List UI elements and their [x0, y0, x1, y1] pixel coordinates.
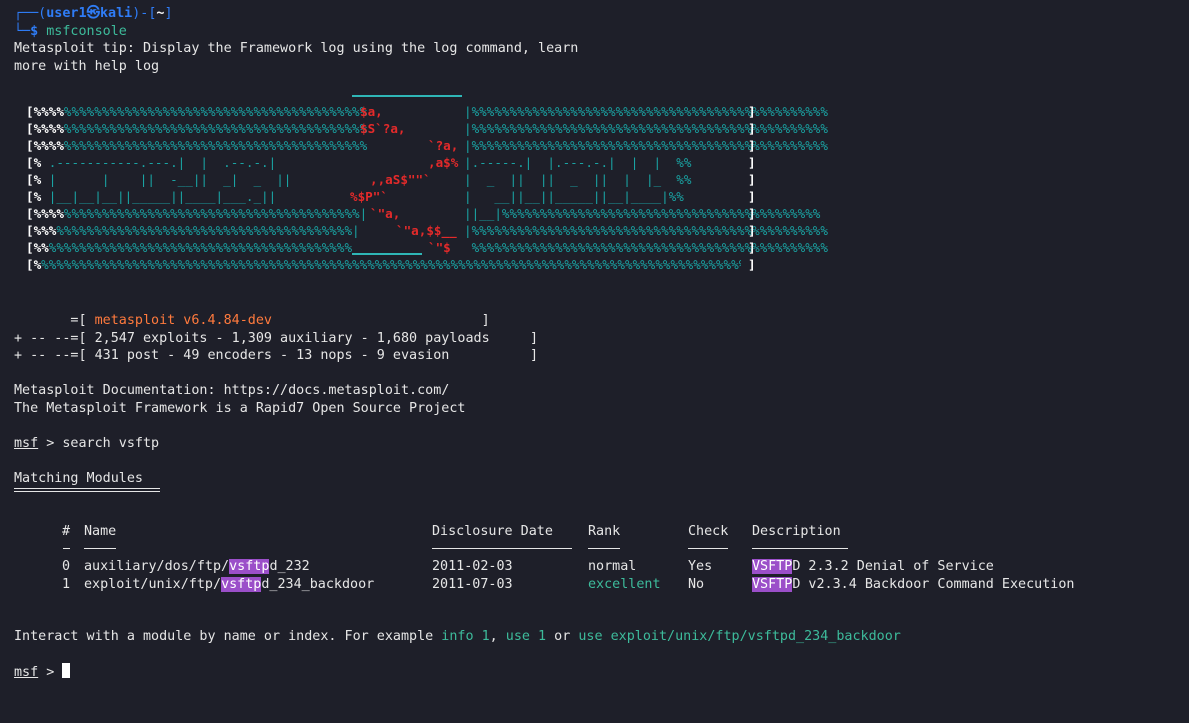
banner-top-rule	[352, 94, 462, 97]
prompt-at-symbol: ㉿	[86, 6, 100, 21]
col-header-date: Disclosure Date	[432, 524, 553, 539]
version-line: =[ metasploit v6.4.84-dev ]	[14, 313, 490, 328]
modules-table: # Name Disclosure Date Rank Check Descri…	[34, 523, 1074, 593]
search-command: search vsftp	[62, 435, 160, 451]
banner-row: [%%%%%%%%%%%%%%%%%%%%%%%%%%%%%%%%%%%%%%%…	[26, 256, 756, 272]
table-underline-row	[34, 541, 1074, 559]
search-highlight: vsftp	[229, 559, 270, 574]
msf-final-prompt[interactable]: msf >	[14, 663, 1189, 681]
banner-row: [%%%%%%%%%%%%%%%%%%%%%%%%%%%%%%%%%%%%%%%…	[26, 239, 828, 255]
msf-label: msf	[14, 435, 39, 451]
text-cursor[interactable]	[62, 663, 71, 678]
banner-row: [%%%%%%%%%%%%%%%%%%%%%%%%%%%%%%%%%%%%%%%…	[26, 120, 828, 136]
col-header-num: #	[61, 524, 70, 539]
terminal-window[interactable]: ┌──(user1㉿kali)-[~] └─$ msfconsole Metas…	[0, 0, 1189, 723]
module-counts-line: + -- --=[ 2,547 exploits - 1,309 auxilia…	[14, 330, 539, 346]
shell-prompt-command: └─$ msfconsole	[14, 23, 127, 39]
rank-excellent: excellent	[588, 576, 661, 592]
banner-bottom-rule	[352, 252, 422, 255]
prompt-dollar: $	[30, 23, 39, 39]
hint-info-cmd: info 1	[441, 629, 490, 644]
banner-row: [% |__|__|__||_____||____|___._|| %$P"` | …	[26, 188, 756, 204]
col-header-check: Check	[688, 524, 729, 539]
tip-line-2: more with help log	[14, 58, 160, 74]
title-underline	[14, 488, 160, 492]
matching-modules-title: Matching Modules	[14, 470, 143, 486]
shell-prompt-header: ┌──(user1㉿kali)-[~]	[14, 6, 173, 21]
banner-row: [% .-----------.---.| | .--.-.| ,a$% |.---…	[26, 154, 756, 170]
docs-line: Metasploit Documentation: https://docs.m…	[14, 383, 450, 398]
hint-use-index-cmd: use 1	[505, 629, 547, 644]
search-highlight: VSFTP	[752, 576, 793, 592]
tip-line-1: Metasploit tip: Display the Framework lo…	[14, 41, 579, 56]
prompt-user: user1	[46, 6, 87, 21]
banner-row: [% | | || -__|| _| _ || ,,aS$""` | _ || ||…	[26, 171, 756, 187]
metasploit-ascii-banner: [%%%%%%%%%%%%%%%%%%%%%%%%%%%%%%%%%%%%%%%…	[14, 94, 828, 295]
search-highlight: vsftp	[221, 576, 262, 592]
banner-row: [%%%%%%%%%%%%%%%%%%%%%%%%%%%%%%%%%%%%%%%…	[26, 137, 828, 153]
msf-search-prompt: msf > search vsftp	[14, 435, 160, 451]
col-header-name: Name	[84, 524, 117, 539]
table-row[interactable]: 1 exploit/unix/ftp/vsftpd_234_backdoor 2…	[34, 576, 1074, 594]
search-highlight: VSFTP	[752, 559, 793, 574]
interact-hint: Interact with a module by name or index.…	[14, 629, 901, 644]
rapid7-line: The Metasploit Framework is a Rapid7 Ope…	[14, 400, 466, 416]
banner-row: [%%%%%%%%%%%%%%%%%%%%%%%%%%%%%%%%%%%%%%%…	[26, 205, 821, 221]
msf-label: msf	[14, 665, 39, 680]
col-header-desc: Description	[752, 524, 841, 539]
banner-row: [%%%%%%%%%%%%%%%%%%%%%%%%%%%%%%%%%%%%%%%…	[26, 222, 828, 238]
prompt-host: kali	[99, 6, 133, 21]
typed-command: msfconsole	[46, 23, 127, 39]
module-counts-line-2: + -- --=[ 431 post - 49 encoders - 13 no…	[14, 348, 539, 363]
table-header-row: # Name Disclosure Date Rank Check Descri…	[34, 523, 1074, 541]
table-row[interactable]: 0 auxiliary/dos/ftp/vsftpd_232 2011-02-0…	[34, 558, 1074, 576]
col-header-rank: Rank	[588, 524, 621, 539]
version-name: metasploit v6.4.84-dev	[94, 313, 272, 328]
hint-use-path-cmd: use exploit/unix/ftp/vsftpd_234_backdoor	[578, 629, 901, 644]
banner-row: [%%%%%%%%%%%%%%%%%%%%%%%%%%%%%%%%%%%%%%%…	[26, 103, 828, 119]
